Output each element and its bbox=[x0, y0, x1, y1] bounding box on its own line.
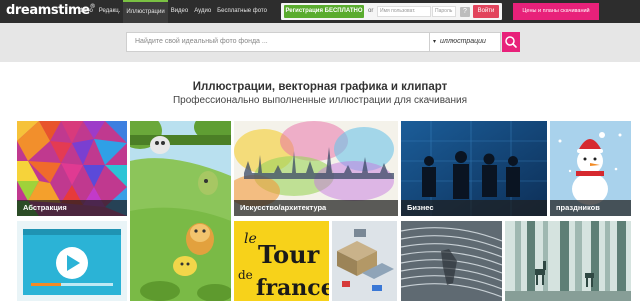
category-tile-isometric[interactable] bbox=[332, 221, 397, 301]
tile-label-business: Бизнес bbox=[401, 200, 547, 216]
page-title: Иллюстрации, векторная графика и клипарт bbox=[192, 81, 448, 93]
nav-item-audio[interactable]: Аудио bbox=[191, 0, 214, 23]
tile-label-holidays: праздников bbox=[550, 200, 631, 216]
category-tile-video[interactable] bbox=[17, 221, 127, 301]
pricing-button[interactable]: Цены и планы скачиваний bbox=[513, 3, 599, 20]
isometric-city-image bbox=[332, 221, 397, 301]
nav-item-editorial[interactable]: Редакц. bbox=[96, 0, 124, 23]
search-band: Найдите свой идеальный фото фонда ... ▾ и… bbox=[0, 23, 640, 62]
category-tile-forest[interactable] bbox=[505, 221, 631, 301]
tile-label-art-architecture: Искусство/архитектура bbox=[234, 200, 398, 216]
category-tile-lines[interactable] bbox=[401, 221, 502, 301]
nav-item-photos[interactable]: Фото bbox=[76, 0, 96, 23]
search-type-select[interactable]: ▾ иллюстрации bbox=[430, 32, 501, 52]
category-tile-tour-de-france[interactable]: le Tour de france bbox=[234, 221, 329, 301]
svg-text:Tour: Tour bbox=[258, 240, 320, 269]
category-tile-art-architecture[interactable]: Искусство/архитектура bbox=[234, 121, 398, 216]
category-tile-business[interactable]: Бизнес bbox=[401, 121, 547, 216]
tile-label-abstract: Абстракция bbox=[17, 200, 127, 216]
cartoon-image bbox=[130, 121, 231, 301]
nav-item-video[interactable]: Видео bbox=[168, 0, 192, 23]
search-button[interactable] bbox=[502, 32, 520, 52]
svg-text:france: france bbox=[256, 275, 329, 301]
or-label: or bbox=[368, 8, 374, 14]
forest-deer-image bbox=[505, 221, 631, 301]
video-player-image bbox=[17, 221, 127, 301]
password-field[interactable]: Пароль bbox=[432, 6, 456, 17]
nav-item-free-photos[interactable]: Бесплатные фото bbox=[214, 0, 270, 23]
register-button[interactable]: Регистрация БЕСПЛАТНО bbox=[284, 5, 364, 18]
main-nav: Фото Редакц. Иллюстрации Видео Аудио Бес… bbox=[76, 0, 270, 23]
tour-de-france-image: le Tour de france bbox=[234, 221, 329, 301]
help-button[interactable]: ? bbox=[460, 7, 470, 17]
login-box: Регистрация БЕСПЛАТНО or Имя пользоват. … bbox=[281, 3, 502, 20]
username-field[interactable]: Имя пользоват. bbox=[377, 6, 431, 17]
category-tile-holidays[interactable]: праздников bbox=[550, 121, 631, 216]
login-button[interactable]: Войти bbox=[473, 5, 499, 18]
svg-text:de: de bbox=[238, 268, 253, 282]
abstract-lines-image bbox=[401, 221, 502, 301]
search-input[interactable]: Найдите свой идеальный фото фонда ... bbox=[126, 32, 430, 52]
nav-item-illustrations[interactable]: Иллюстрации bbox=[123, 0, 168, 23]
category-tile-cartoon[interactable] bbox=[130, 121, 231, 301]
page-subtitle: Профессионально выполненные иллюстрации … bbox=[172, 95, 467, 106]
search-icon bbox=[505, 36, 517, 48]
top-bar: dreamstime® Фото Редакц. Иллюстрации Вид… bbox=[0, 0, 640, 23]
chevron-down-icon: ▾ bbox=[433, 39, 437, 45]
svg-text:le: le bbox=[244, 231, 257, 247]
category-tile-abstract[interactable]: Абстракция bbox=[17, 121, 127, 216]
